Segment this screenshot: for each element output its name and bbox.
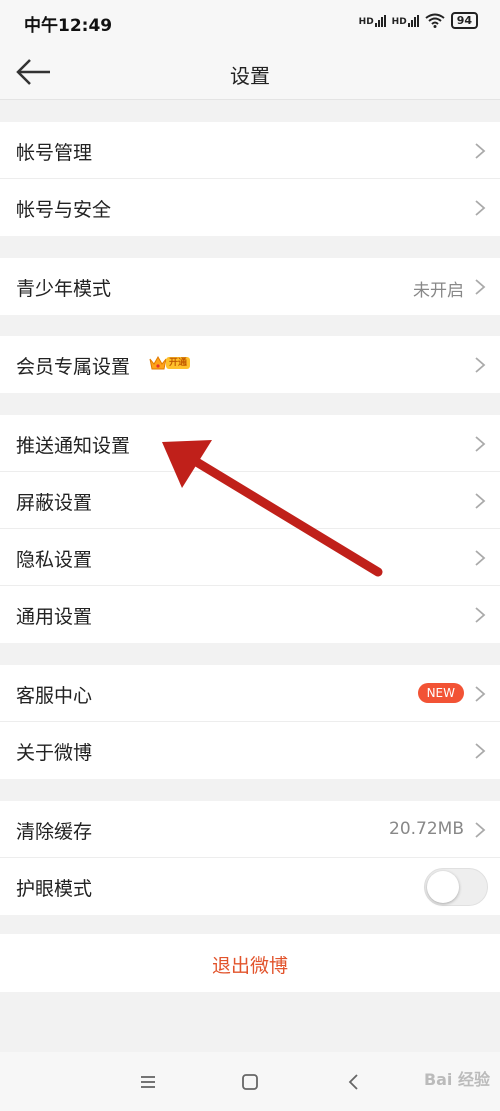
customer-service-row[interactable]: 客服中心 NEW (0, 665, 500, 722)
eye-protection-row: 护眼模式 (0, 858, 500, 915)
chevron-right-icon (475, 686, 486, 702)
network-label-2: HD (391, 16, 407, 27)
chevron-right-icon (475, 436, 486, 452)
settings-group-vip: 会员专属设置 开通 (0, 336, 500, 393)
block-settings-row[interactable]: 屏蔽设置 (0, 472, 500, 529)
chevron-right-icon (475, 279, 486, 295)
vip-settings-row[interactable]: 会员专属设置 开通 (0, 336, 500, 393)
navigation-bar: 设置 (0, 44, 500, 100)
general-settings-row[interactable]: 通用设置 (0, 586, 500, 643)
privacy-settings-row[interactable]: 隐私设置 (0, 529, 500, 586)
signal-icon: HD (358, 14, 386, 27)
status-bar: 中午12:49 HD HD 94 (0, 0, 500, 44)
cache-size: 20.72MB (389, 819, 464, 839)
chevron-right-icon (475, 743, 486, 759)
row-label: 推送通知设置 (16, 435, 131, 457)
status-time: 中午12:49 (24, 16, 113, 36)
menu-icon[interactable] (136, 1070, 160, 1094)
youth-mode-row[interactable]: 青少年模式 未开启 (0, 258, 500, 315)
row-label: 帐号与安全 (16, 199, 112, 221)
home-square-icon[interactable] (238, 1070, 262, 1094)
signal-icon-2: HD (391, 14, 419, 27)
logout-button[interactable]: 退出微博 (0, 934, 500, 992)
chevron-right-icon (475, 357, 486, 373)
row-label: 通用设置 (16, 606, 93, 628)
vip-open-tag: 开通 (166, 357, 191, 369)
chevron-right-icon (475, 493, 486, 509)
row-label: 隐私设置 (16, 549, 93, 571)
row-label: 客服中心 (16, 685, 93, 707)
clear-cache-row[interactable]: 清除缓存 20.72MB (0, 801, 500, 858)
chevron-right-icon (475, 607, 486, 623)
baidu-jingyan-watermark: Bai 经验 (423, 1070, 490, 1089)
logout-label: 退出微博 (211, 955, 288, 977)
account-management-row[interactable]: 帐号管理 (0, 122, 500, 179)
system-navigation-bar: Bai 经验 (0, 1052, 500, 1111)
row-label: 清除缓存 (16, 821, 93, 843)
vip-badge: 开通 (148, 354, 191, 372)
row-label: 屏蔽设置 (16, 492, 93, 514)
settings-group-youth: 青少年模式 未开启 (0, 258, 500, 315)
row-label: 青少年模式 (16, 278, 112, 300)
eye-protection-toggle[interactable] (424, 868, 488, 906)
crown-icon (149, 355, 167, 370)
network-label: HD (358, 16, 374, 27)
row-label: 关于微博 (16, 742, 93, 764)
settings-group-storage: 清除缓存 20.72MB 护眼模式 (0, 801, 500, 915)
new-badge: NEW (417, 683, 464, 703)
settings-group-account: 帐号管理 帐号与安全 (0, 122, 500, 236)
chevron-right-icon (475, 822, 486, 838)
row-label: 护眼模式 (16, 878, 93, 900)
battery-icon: 94 (450, 12, 478, 29)
settings-group-general: 推送通知设置 屏蔽设置 隐私设置 通用设置 (0, 415, 500, 643)
settings-group-support: 客服中心 NEW 关于微博 (0, 665, 500, 779)
youth-mode-status: 未开启 (413, 281, 464, 301)
wifi-icon (425, 13, 445, 28)
push-notification-row[interactable]: 推送通知设置 (0, 415, 500, 472)
row-label: 帐号管理 (16, 142, 93, 164)
status-icons: HD HD 94 (359, 12, 478, 29)
chevron-right-icon (475, 550, 486, 566)
page-title: 设置 (230, 64, 270, 88)
chevron-right-icon (475, 200, 486, 216)
back-triangle-icon[interactable] (342, 1070, 366, 1094)
about-weibo-row[interactable]: 关于微博 (0, 722, 500, 779)
chevron-right-icon (475, 143, 486, 159)
account-security-row[interactable]: 帐号与安全 (0, 179, 500, 236)
row-label: 会员专属设置 (16, 356, 131, 378)
toggle-knob (427, 871, 459, 903)
